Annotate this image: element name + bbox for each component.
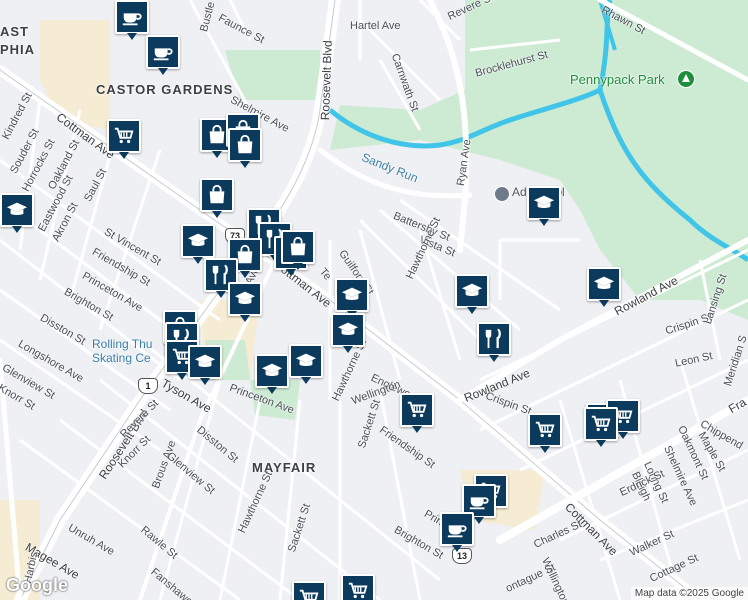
rink-label-2: Skating Ce	[92, 351, 151, 365]
hartel-label: Hartel Ave	[350, 20, 401, 32]
shopping-pin-icon[interactable]	[200, 178, 234, 218]
grocery-icon	[407, 401, 427, 418]
school-pin-icon[interactable]	[455, 274, 489, 314]
grocery-pin-icon[interactable]	[341, 574, 375, 600]
school-icon	[461, 283, 483, 297]
school-icon	[6, 202, 28, 216]
school-icon	[533, 195, 555, 209]
school-pin-icon[interactable]	[527, 186, 561, 226]
grocery-icon	[299, 589, 319, 600]
school-pin-icon[interactable]	[228, 282, 262, 322]
grocery-pin-icon[interactable]	[292, 581, 326, 600]
restaurant-pin-icon[interactable]	[477, 322, 511, 362]
cafe-icon	[447, 525, 467, 538]
school-pin-icon[interactable]	[0, 193, 34, 233]
cafe-icon	[122, 13, 142, 26]
restaurant-icon	[485, 328, 501, 349]
grocery-pin-icon[interactable]	[528, 413, 562, 453]
grocery-pin-icon[interactable]	[107, 119, 141, 159]
map-attribution[interactable]: Map data ©2025 Google	[630, 587, 748, 600]
school-icon	[295, 353, 317, 367]
pennypack-park-label: Pennypack Park	[570, 72, 665, 87]
school-icon	[234, 291, 256, 305]
shopping-icon	[209, 184, 225, 204]
neighborhood-east-label: AST	[0, 24, 29, 39]
school-pin-icon[interactable]	[289, 344, 323, 384]
map-canvas[interactable]: PHIA AST CASTOR GARDENS MAYFAIR Pennypac…	[0, 0, 748, 600]
cafe-icon	[469, 497, 489, 510]
cafe-pin-icon[interactable]	[115, 0, 149, 40]
shopping-pin-icon[interactable]	[281, 230, 315, 270]
roosevelt-label-top: Roosevelt Blvd	[318, 40, 335, 121]
park-marker-icon[interactable]	[677, 70, 695, 88]
shopping-icon	[290, 236, 306, 256]
shopping-icon	[237, 134, 253, 154]
cafe-pin-icon[interactable]	[440, 512, 474, 552]
school-pin-icon[interactable]	[335, 278, 369, 318]
grocery-icon	[348, 582, 368, 599]
castor-gardens-label: CASTOR GARDENS	[96, 82, 234, 97]
school-icon	[337, 322, 359, 336]
grocery-icon	[535, 421, 555, 438]
grocery-pin-icon[interactable]	[584, 407, 618, 447]
school-icon	[194, 354, 216, 368]
cafe-icon	[153, 48, 173, 61]
grocery-pin-icon[interactable]	[400, 393, 434, 433]
rink-label: Rolling Thu	[92, 337, 153, 351]
school-pin-icon[interactable]	[255, 354, 289, 394]
school-poi-icon[interactable]	[494, 186, 510, 202]
shopping-pin-icon[interactable]	[228, 128, 262, 168]
school-pin-icon[interactable]	[188, 345, 222, 385]
school-icon	[341, 287, 363, 301]
school-pin-icon[interactable]	[587, 267, 621, 307]
google-logo: Google	[6, 575, 68, 595]
school-icon	[261, 363, 283, 377]
neighborhood-philly-label: PHIA	[0, 42, 36, 57]
school-pin-icon[interactable]	[331, 313, 365, 353]
grocery-icon	[114, 127, 134, 144]
cafe-pin-icon[interactable]	[146, 35, 180, 75]
school-pin-icon[interactable]	[181, 224, 215, 264]
shopping-icon	[209, 124, 225, 144]
school-icon	[593, 276, 615, 290]
grocery-icon	[591, 415, 611, 432]
school-icon	[187, 233, 209, 247]
route-1-shield: 1	[138, 378, 158, 394]
